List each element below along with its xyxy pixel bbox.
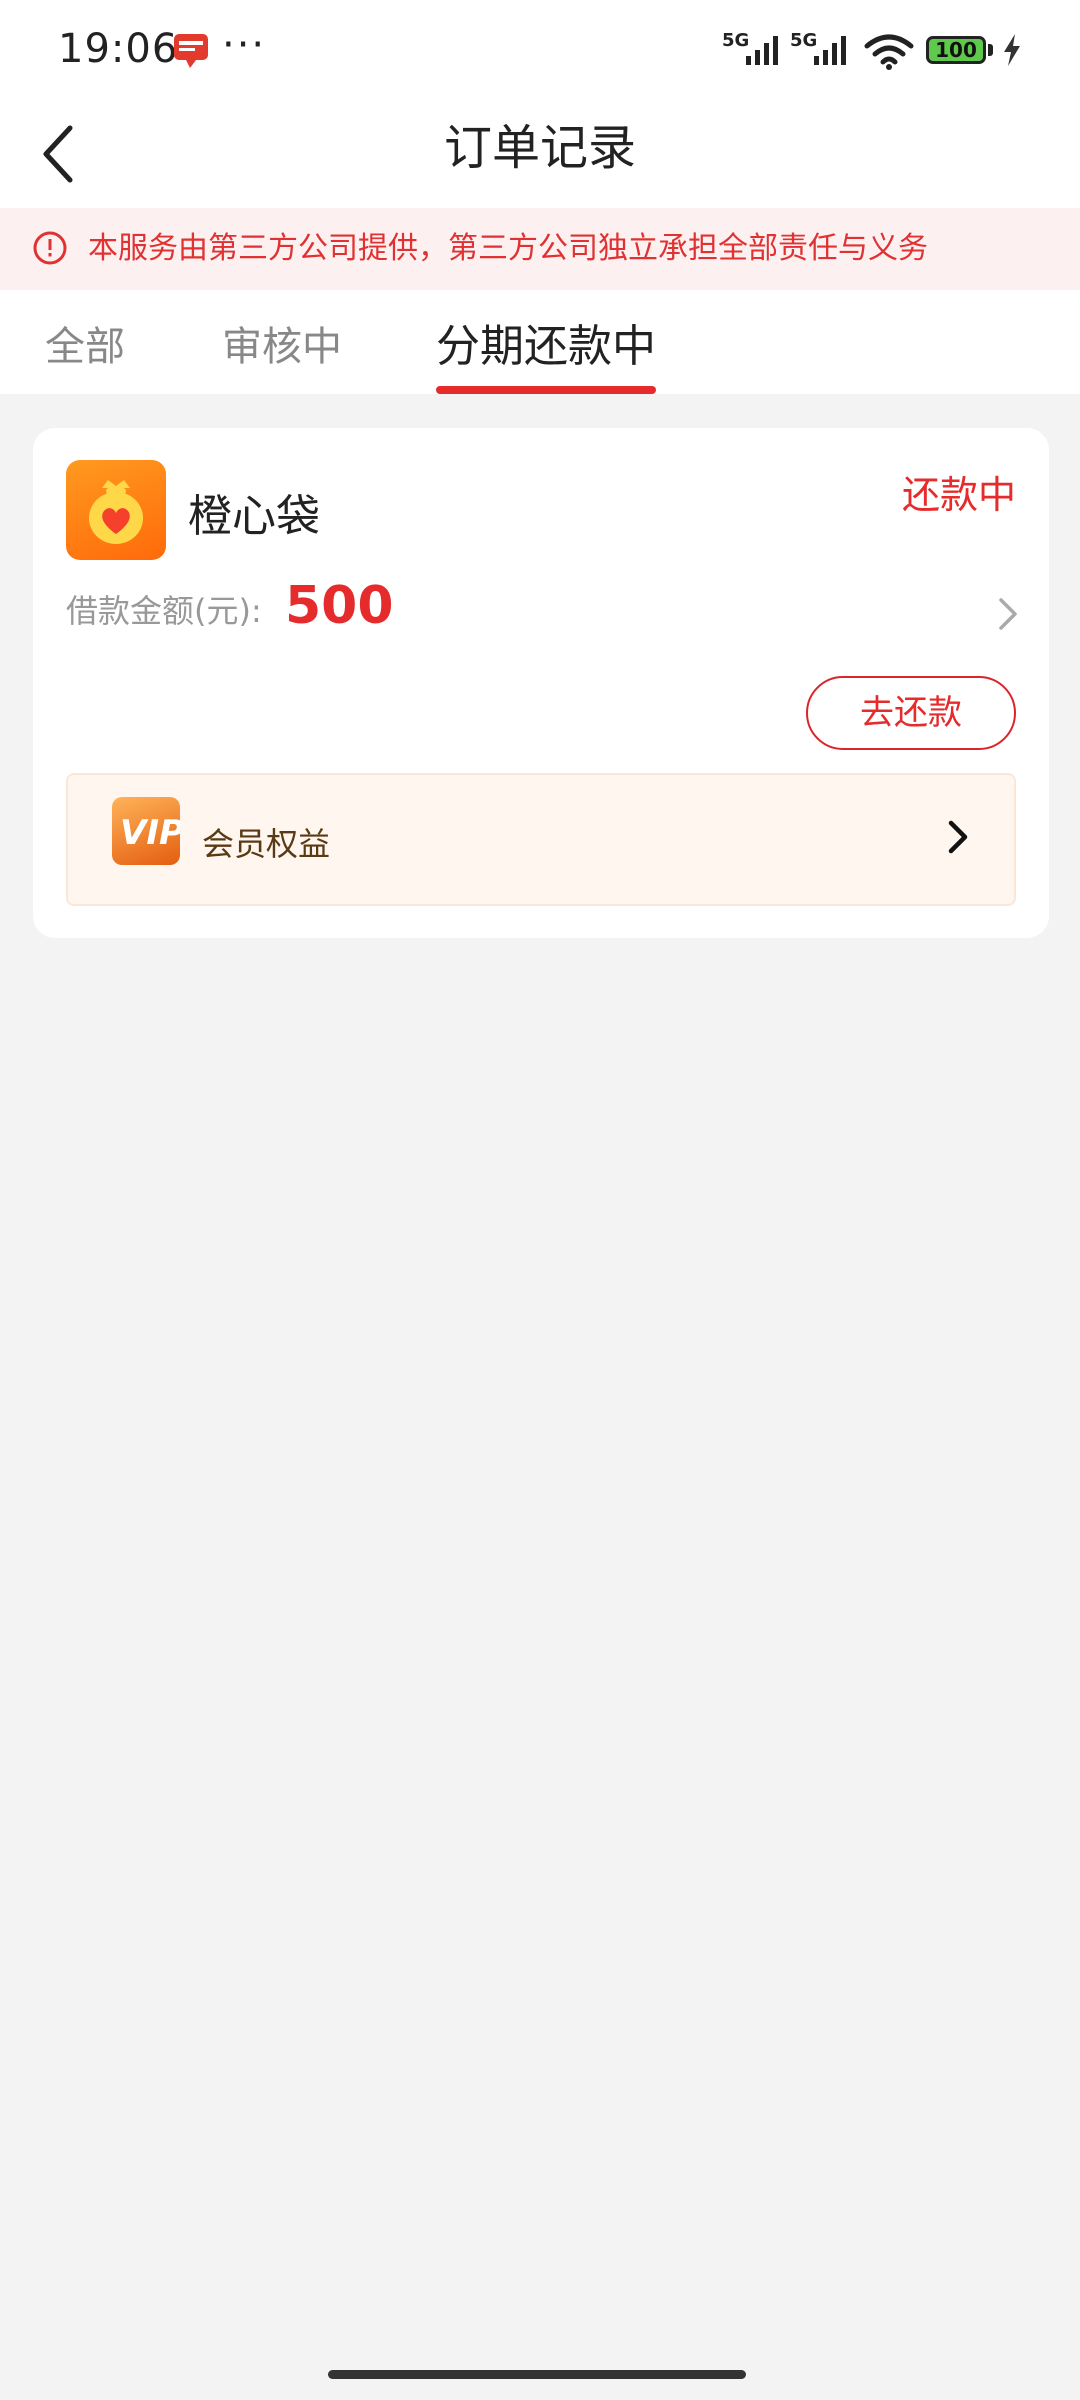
member-benefits-label: 会员权益 <box>202 825 331 863</box>
active-tab-indicator <box>436 386 656 394</box>
disclaimer-banner: 本服务由第三方公司提供，第三方公司独立承担全部责任与义务 <box>0 208 1080 290</box>
alert-circle-icon <box>33 231 67 265</box>
tab-under-review[interactable]: 审核中 <box>222 314 342 372</box>
tab-all[interactable]: 全部 <box>45 314 125 372</box>
chevron-right-icon <box>948 820 968 854</box>
home-indicator[interactable] <box>328 2370 746 2379</box>
page-title: 订单记录 <box>443 120 636 176</box>
loan-amount-label: 借款金额(元): <box>66 592 262 630</box>
disclaimer-text: 本服务由第三方公司提供，第三方公司独立承担全部责任与义务 <box>88 231 928 266</box>
repay-button[interactable]: 去还款 <box>806 676 1016 750</box>
order-tabs: 全部 审核中 分期还款中 <box>0 290 1080 394</box>
battery-tip <box>988 44 993 56</box>
signal-strength-icon <box>746 36 778 65</box>
app-notification-icon <box>174 34 208 68</box>
battery-icon: 100 <box>926 36 986 64</box>
order-status-badge: 还款中 <box>901 473 1016 517</box>
status-bar: 19:06 ··· 5G 5G 100 <box>0 0 1080 100</box>
member-benefits-entry[interactable]: VIP 会员权益 <box>66 773 1016 906</box>
charging-icon <box>1004 34 1020 66</box>
more-notifications-icon: ··· <box>222 22 267 68</box>
product-name: 橙心袋 <box>188 491 320 542</box>
money-bag-heart-icon <box>66 460 166 560</box>
vip-badge-text: VIP <box>120 813 180 853</box>
nav-bar: 订单记录 <box>0 100 1080 208</box>
vip-badge-icon: VIP <box>112 797 184 865</box>
battery-level: 100 <box>935 38 977 62</box>
status-time: 19:06 <box>58 26 179 72</box>
order-card[interactable]: 橙心袋 还款中 借款金额(元): 500 去还款 VIP 会员权益 <box>33 428 1049 938</box>
signal-strength-icon <box>814 36 846 65</box>
tab-installment-repaying[interactable]: 分期还款中 <box>436 310 656 374</box>
chevron-right-icon[interactable] <box>995 594 1021 634</box>
wifi-icon <box>864 34 914 70</box>
loan-amount-value: 500 <box>285 576 394 636</box>
